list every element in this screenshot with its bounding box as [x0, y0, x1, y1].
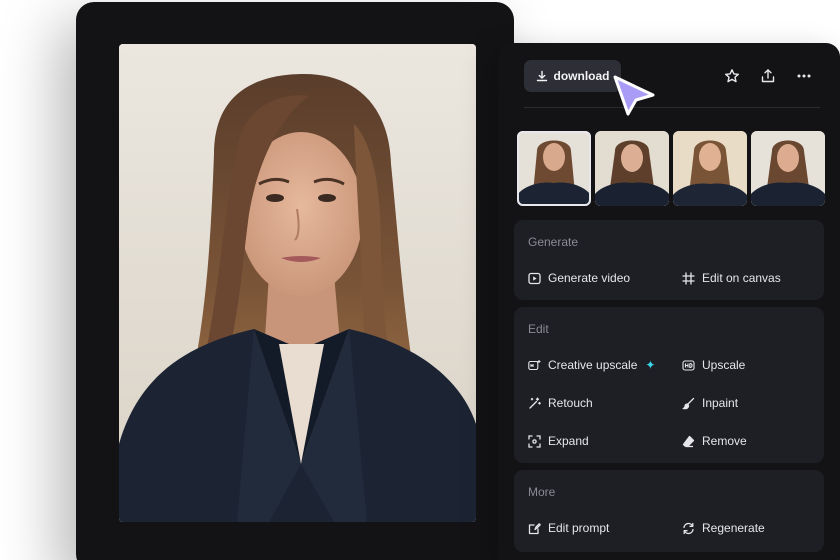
thumbnail-3[interactable] [673, 131, 747, 206]
more-section: More Edit prompt Regenerate [514, 470, 824, 552]
hd-icon [682, 359, 695, 371]
image-preview-card [76, 2, 514, 560]
creative-upscale-button[interactable]: Creative upscale ✦ [528, 358, 655, 372]
expand-button[interactable]: Expand [528, 434, 589, 448]
edit-on-canvas-button[interactable]: Edit on canvas [682, 271, 781, 285]
download-label: download [553, 69, 610, 83]
edit-section-title: Edit [528, 322, 549, 336]
pointer-cursor-icon [613, 75, 655, 116]
brush-icon [682, 397, 695, 409]
edit-prompt-icon [528, 522, 541, 534]
upscale-button[interactable]: Upscale [682, 358, 745, 372]
play-square-icon [528, 272, 541, 284]
generate-section: Generate Generate video Edit on canvas [514, 220, 824, 300]
thumbnail-2[interactable] [595, 131, 669, 206]
share-button[interactable] [758, 66, 778, 86]
side-panel: download Generate Generate video Edit on… [498, 43, 840, 560]
thumbnail-4[interactable] [751, 131, 825, 206]
generate-section-title: Generate [528, 235, 579, 249]
inpaint-button[interactable]: Inpaint [682, 396, 738, 410]
generate-video-button[interactable]: Generate video [528, 271, 630, 285]
retouch-button[interactable]: Retouch [528, 396, 593, 410]
magic-wand-icon [529, 397, 541, 409]
portrait-image[interactable] [119, 44, 476, 522]
crop-frame-icon [682, 271, 695, 285]
regenerate-button[interactable]: Regenerate [682, 521, 765, 535]
sparkle-icon: ✦ [645, 358, 656, 372]
download-icon [536, 70, 547, 82]
download-button[interactable]: download [524, 60, 621, 92]
more-section-title: More [528, 485, 556, 499]
toolbar-divider [524, 107, 820, 108]
edit-prompt-button[interactable]: Edit prompt [528, 521, 609, 535]
thumbnail-strip [517, 131, 825, 206]
more-options-button[interactable] [794, 66, 814, 86]
share-icon [761, 69, 775, 83]
expand-frame-icon [528, 434, 541, 448]
thumbnail-1[interactable] [517, 131, 591, 206]
refresh-icon [683, 522, 694, 534]
favorite-button[interactable] [722, 66, 742, 86]
star-icon [725, 69, 739, 83]
remove-button[interactable]: Remove [682, 434, 747, 448]
hd-plus-icon [528, 359, 541, 370]
more-icon [797, 74, 811, 78]
eraser-icon [682, 435, 695, 447]
edit-section: Edit Creative upscale ✦ Upscale Retouch … [514, 307, 824, 463]
